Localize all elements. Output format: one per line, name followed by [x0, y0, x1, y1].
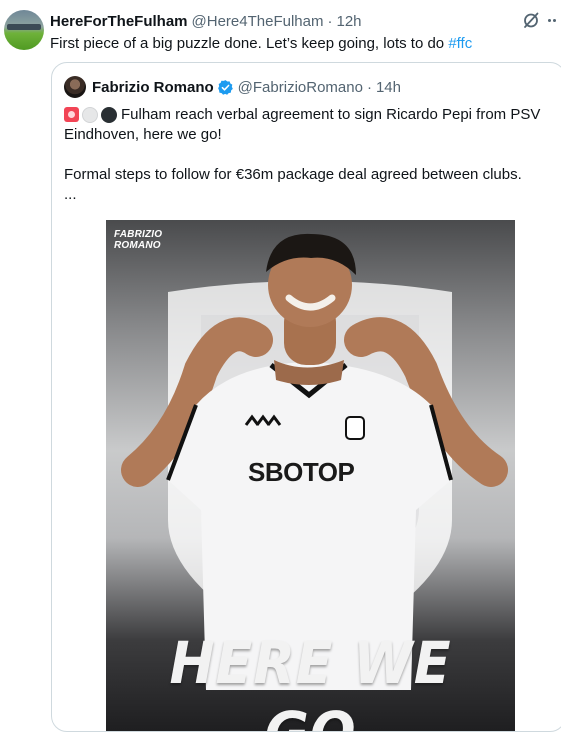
quoted-author-name[interactable]: Fabrizio Romano [92, 79, 214, 96]
white-circle-icon [82, 106, 98, 123]
quoted-author-handle[interactable]: @FabrizioRomano [238, 79, 363, 96]
grok-icon[interactable] [521, 10, 541, 30]
verified-badge-icon [217, 79, 233, 95]
more-icon[interactable] [543, 10, 561, 30]
quoted-author-avatar[interactable] [64, 76, 86, 98]
quoted-tweet-text: Fulham reach verbal agreement to sign Ri… [64, 105, 554, 205]
separator-dot: · [327, 12, 333, 30]
separator-dot: · [366, 78, 372, 96]
quoted-text-line2: Formal steps to follow for €36m package … [64, 166, 522, 183]
watermark: Fabrizio Romano [114, 229, 163, 251]
quoted-tweet[interactable]: Fabrizio Romano @FabrizioRomano · 14h Fu… [51, 62, 561, 732]
hashtag-link[interactable]: #ffc [448, 35, 472, 52]
tweet-text: First piece of a big puzzle done. Let’s … [50, 34, 551, 54]
black-circle-icon [101, 106, 117, 123]
quoted-tweet-header: Fabrizio Romano @FabrizioRomano · 14h [92, 77, 401, 97]
quoted-tweet-time[interactable]: 14h [376, 79, 401, 96]
quoted-text-line1: Fulham reach verbal agreement to sign Ri… [64, 106, 541, 143]
author-avatar[interactable] [4, 10, 44, 50]
quoted-tweet-image[interactable]: Fabrizio Romano SBOTOP HERE WE GO [106, 220, 515, 731]
tweet[interactable]: HereForTheFulham @Here4TheFulham · 12h F… [0, 0, 561, 733]
author-name[interactable]: HereForTheFulham [50, 13, 188, 30]
tweet-header: HereForTheFulham @Here4TheFulham · 12h [50, 11, 551, 31]
quoted-text-ellipsis: ... [64, 186, 77, 203]
tweet-body: First piece of a big puzzle done. Let’s … [50, 35, 449, 52]
tweet-time[interactable]: 12h [336, 13, 361, 30]
emoji-group [64, 106, 117, 123]
author-handle[interactable]: @Here4TheFulham [192, 13, 324, 30]
image-headline: HERE WE GO [169, 629, 452, 731]
rotating-light-icon [64, 107, 79, 122]
shirt-sponsor: SBOTOP [248, 457, 355, 487]
